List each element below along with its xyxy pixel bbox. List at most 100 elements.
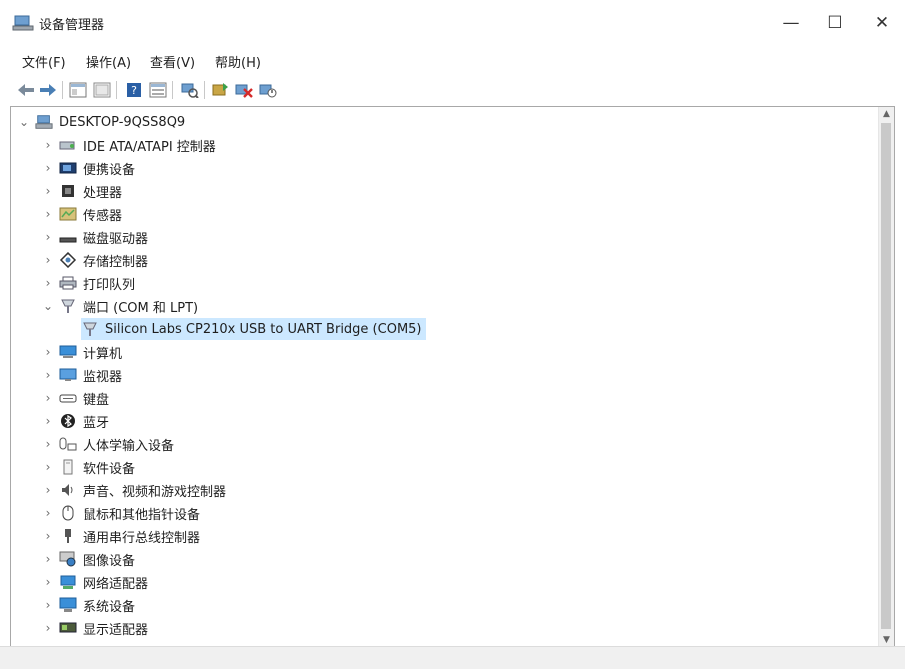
- menu-bar: 文件(F) 操作(A) 查看(V) 帮助(H): [0, 44, 905, 74]
- usb-icon: [59, 528, 77, 544]
- tree-category-label: 键盘: [83, 392, 110, 408]
- portable-device-icon: [59, 160, 77, 176]
- chevron-right-icon[interactable]: ›: [41, 552, 55, 566]
- chevron-right-icon[interactable]: ›: [41, 575, 55, 589]
- menu-help[interactable]: 帮助(H): [215, 52, 261, 71]
- camera-icon: [59, 551, 77, 567]
- tree-category[interactable]: › IDE ATA/ATAPI 控制器: [41, 134, 216, 156]
- help-icon[interactable]: ?: [124, 80, 144, 100]
- minimize-button[interactable]: —: [768, 8, 814, 38]
- network-adapter-icon: [59, 574, 77, 590]
- toolbar-separator: [116, 81, 117, 99]
- chevron-right-icon[interactable]: ›: [41, 460, 55, 474]
- toolbar: ?: [0, 74, 905, 106]
- printer-icon: [59, 275, 77, 291]
- tree-category[interactable]: › 传感器: [41, 203, 122, 225]
- scroll-down-icon[interactable]: ▼: [879, 633, 894, 647]
- forward-arrow-icon[interactable]: [38, 80, 58, 100]
- tree-category[interactable]: › 监视器: [41, 364, 122, 386]
- tree-category-label: 系统设备: [83, 599, 136, 615]
- tree-root[interactable]: ⌄ DESKTOP-9QSS8Q9: [17, 111, 185, 133]
- software-device-icon: [59, 459, 77, 475]
- tree-category[interactable]: › 显示适配器: [41, 617, 148, 639]
- chevron-right-icon[interactable]: ›: [41, 437, 55, 451]
- tree-root-label: DESKTOP-9QSS8Q9: [59, 114, 186, 130]
- toolbar-separator: [172, 81, 173, 99]
- chevron-right-icon[interactable]: ›: [41, 598, 55, 612]
- chevron-down-icon[interactable]: ⌄: [17, 115, 31, 129]
- disk-drive-icon: [59, 229, 77, 245]
- menu-file[interactable]: 文件(F): [22, 52, 66, 71]
- status-bar: [0, 646, 905, 669]
- tree-category-label: 人体学输入设备: [83, 438, 175, 454]
- chevron-right-icon[interactable]: ›: [41, 391, 55, 405]
- chevron-right-icon[interactable]: ›: [41, 483, 55, 497]
- tree-category[interactable]: › 便携设备: [41, 157, 135, 179]
- tree-category-label: 蓝牙: [83, 415, 110, 431]
- chevron-right-icon[interactable]: ›: [41, 414, 55, 428]
- tree-category[interactable]: › 鼠标和其他指针设备: [41, 502, 200, 524]
- scroll-up-icon[interactable]: ▲: [879, 107, 894, 121]
- tree-category-label: 声音、视频和游戏控制器: [83, 484, 227, 500]
- chevron-right-icon[interactable]: ›: [41, 621, 55, 635]
- back-arrow-icon[interactable]: [16, 80, 36, 100]
- show-hide-tree-icon[interactable]: [68, 80, 88, 100]
- chevron-right-icon[interactable]: ›: [41, 529, 55, 543]
- device-tree[interactable]: ⌄ DESKTOP-9QSS8Q9 › IDE ATA/ATAPI 控制器 › …: [10, 106, 895, 648]
- tree-category[interactable]: › 存储控制器: [41, 249, 148, 271]
- tree-category-label: 计算机: [83, 346, 123, 362]
- chevron-right-icon[interactable]: ›: [41, 184, 55, 198]
- chevron-right-icon[interactable]: ›: [41, 276, 55, 290]
- device-manager-icon: [12, 14, 34, 32]
- tree-category-ports[interactable]: ⌄ 端口 (COM 和 LPT): [41, 295, 198, 317]
- chevron-down-icon[interactable]: ⌄: [41, 299, 55, 313]
- tree-category[interactable]: › 软件设备: [41, 456, 135, 478]
- menu-view[interactable]: 查看(V): [150, 52, 195, 71]
- vertical-scrollbar[interactable]: ▲ ▼: [878, 107, 894, 647]
- scan-hardware-icon[interactable]: [180, 80, 200, 100]
- close-button[interactable]: ✕: [859, 8, 905, 38]
- tree-category-label: 显示适配器: [83, 622, 149, 638]
- chevron-right-icon[interactable]: ›: [41, 161, 55, 175]
- title-bar: 设备管理器 — ☐ ✕: [0, 0, 905, 44]
- svg-text:?: ?: [131, 84, 137, 97]
- device-manager-window: 设备管理器 — ☐ ✕ 文件(F) 操作(A) 查看(V) 帮助(H) ? ⌄ …: [0, 0, 905, 669]
- update-driver-icon[interactable]: [210, 80, 230, 100]
- scrollbar-thumb[interactable]: [881, 123, 891, 629]
- chevron-right-icon[interactable]: ›: [41, 345, 55, 359]
- menu-action[interactable]: 操作(A): [86, 52, 131, 71]
- tree-category-label: 磁盘驱动器: [83, 231, 149, 247]
- tree-device-selected[interactable]: Silicon Labs CP210x USB to UART Bridge (…: [81, 318, 426, 340]
- tree-category[interactable]: › 处理器: [41, 180, 122, 202]
- toolbar-separator: [62, 81, 63, 99]
- tree-category[interactable]: › 系统设备: [41, 594, 135, 616]
- tree-category[interactable]: › 计算机: [41, 341, 122, 363]
- tree-category[interactable]: › 打印队列: [41, 272, 135, 294]
- processor-icon: [59, 183, 77, 199]
- view-icon[interactable]: [148, 80, 168, 100]
- chevron-right-icon[interactable]: ›: [41, 230, 55, 244]
- enable-device-icon[interactable]: [258, 80, 278, 100]
- properties-icon[interactable]: [92, 80, 112, 100]
- tree-category[interactable]: › 网络适配器: [41, 571, 148, 593]
- tree-category[interactable]: › 图像设备: [41, 548, 135, 570]
- maximize-button[interactable]: ☐: [812, 8, 858, 38]
- tree-category[interactable]: › 磁盘驱动器: [41, 226, 148, 248]
- port-icon: [81, 321, 99, 337]
- tree-category-label: 传感器: [83, 208, 123, 224]
- tree-category[interactable]: › 蓝牙: [41, 410, 109, 432]
- uninstall-device-icon[interactable]: [234, 80, 254, 100]
- chevron-right-icon[interactable]: ›: [41, 368, 55, 382]
- chevron-right-icon[interactable]: ›: [41, 253, 55, 267]
- monitor-icon: [59, 367, 77, 383]
- tree-category[interactable]: › 人体学输入设备: [41, 433, 174, 455]
- chevron-right-icon[interactable]: ›: [41, 138, 55, 152]
- tree-category-label: 软件设备: [83, 461, 136, 477]
- chevron-right-icon[interactable]: ›: [41, 506, 55, 520]
- tree-category[interactable]: › 通用串行总线控制器: [41, 525, 200, 547]
- tree-category[interactable]: › 键盘: [41, 387, 109, 409]
- computer-icon: [35, 114, 53, 130]
- chevron-right-icon[interactable]: ›: [41, 207, 55, 221]
- tree-category[interactable]: › 声音、视频和游戏控制器: [41, 479, 226, 501]
- tree-category-label: 处理器: [83, 185, 123, 201]
